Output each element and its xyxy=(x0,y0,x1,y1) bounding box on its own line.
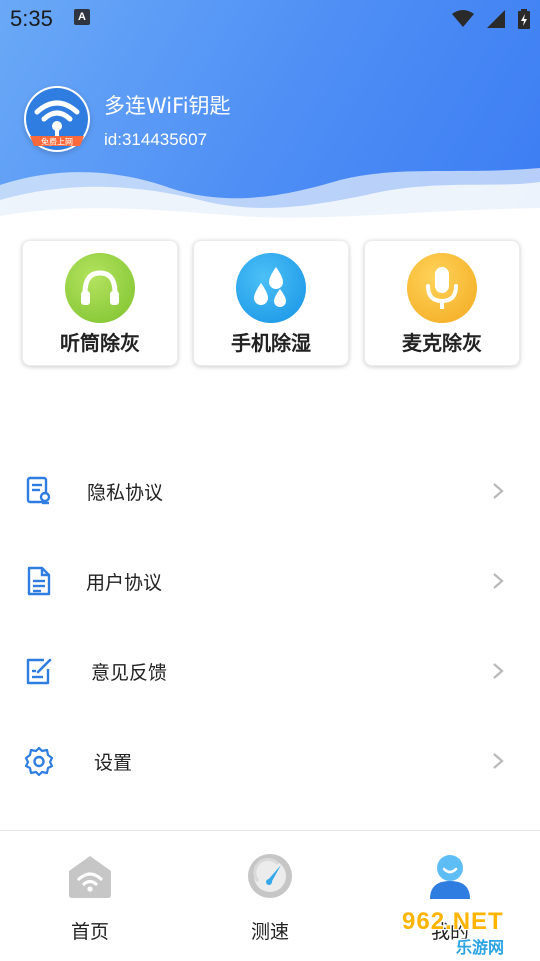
system-icons xyxy=(446,6,530,30)
user-agreement-icon xyxy=(27,566,51,596)
logo-caption: 免费上网 xyxy=(41,137,73,147)
home-wifi-icon xyxy=(69,856,111,898)
watermark-bottom: 乐游网 xyxy=(456,938,505,957)
tool-card-mic-clean[interactable]: 麦克除灰 xyxy=(364,240,520,366)
menu-label: 隐私协议 xyxy=(87,482,164,504)
chevron-right-icon xyxy=(493,573,504,589)
site-watermark: 962.NET 乐游网 xyxy=(398,908,534,957)
menu-item-user-agreement[interactable]: 用户协议 xyxy=(0,536,540,626)
tool-label: 麦克除灰 xyxy=(402,331,482,355)
nav-speed-test[interactable]: 测速 xyxy=(180,831,360,961)
user-profile-icon xyxy=(430,855,470,899)
tool-card-phone-dehumidify[interactable]: 手机除湿 xyxy=(193,240,349,366)
tool-cards: 听筒除灰 手机除湿 麦克除灰 xyxy=(0,240,540,366)
watermark-top: 962.NET xyxy=(402,908,504,935)
nav-home[interactable]: 首页 xyxy=(0,831,180,961)
microphone-icon xyxy=(407,253,477,323)
speedometer-icon xyxy=(248,854,292,898)
user-id: id:314435607 xyxy=(104,130,208,149)
chevron-right-icon xyxy=(493,663,504,679)
chevron-right-icon xyxy=(493,753,504,769)
menu-item-feedback[interactable]: 意见反馈 xyxy=(0,626,540,716)
tool-label: 听筒除灰 xyxy=(60,331,140,355)
menu-label: 用户协议 xyxy=(86,572,163,594)
headphones-icon xyxy=(65,253,135,323)
status-bar: 5:35 A xyxy=(0,0,540,36)
signal-icon xyxy=(487,10,505,28)
tool-label: 手机除湿 xyxy=(231,331,311,355)
nav-label: 测速 xyxy=(250,921,289,943)
privacy-document-icon xyxy=(26,476,51,505)
wave-decoration xyxy=(0,168,540,240)
menu-label: 设置 xyxy=(94,752,133,774)
chevron-right-icon xyxy=(493,483,504,499)
menu-item-settings[interactable]: 设置 xyxy=(0,716,540,806)
nav-label: 首页 xyxy=(70,921,109,943)
app-title: 多连WiFi钥匙 xyxy=(104,94,231,118)
wifi-icon xyxy=(452,10,474,27)
gear-icon xyxy=(24,746,54,776)
wifi-key-logo: 免费上网 xyxy=(24,86,90,152)
menu-item-privacy[interactable]: 隐私协议 xyxy=(0,446,540,536)
battery-icon xyxy=(518,9,530,29)
a-icon: A xyxy=(74,9,90,25)
water-drops-icon xyxy=(236,253,306,323)
tool-card-earpiece-clean[interactable]: 听筒除灰 xyxy=(22,240,178,366)
status-time: 5:35 xyxy=(10,6,53,31)
menu-label: 意见反馈 xyxy=(91,662,168,684)
feedback-edit-icon xyxy=(26,658,52,685)
